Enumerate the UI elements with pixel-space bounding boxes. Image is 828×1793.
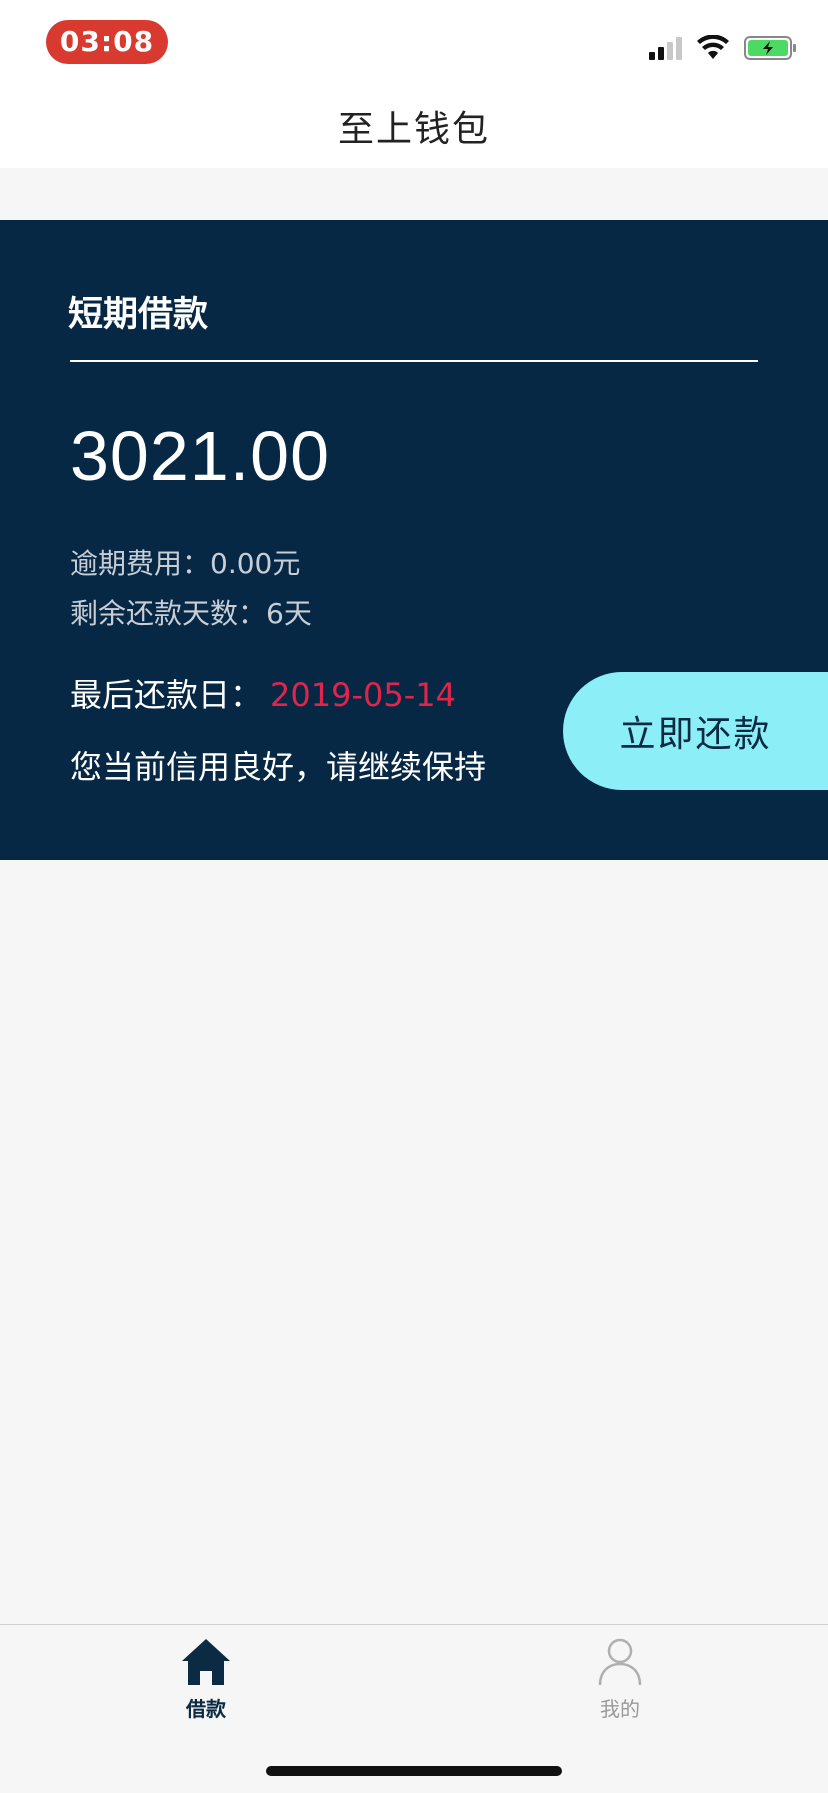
overdue-fee-value: 0.00元 (210, 547, 301, 580)
status-bar: 03:08 (0, 0, 828, 84)
remaining-days-value: 6天 (266, 597, 312, 630)
due-date-row: 最后还款日： 2019-05-14 (70, 670, 456, 716)
loan-amount: 3021.00 (70, 417, 331, 495)
person-icon (598, 1638, 642, 1686)
remaining-days-label: 剩余还款天数： (70, 597, 267, 630)
due-date-label: 最后还款日： (70, 676, 263, 714)
tab-mine[interactable]: 我的 (540, 1637, 700, 1722)
tab-loan-label: 借款 (186, 1697, 226, 1721)
status-icons (649, 34, 798, 62)
home-indicator (266, 1766, 562, 1776)
home-icon (182, 1639, 230, 1685)
credit-message: 您当前信用良好，请继续保持 (70, 748, 487, 786)
status-time: 03:08 (46, 20, 168, 64)
loan-type-heading: 短期借款 (68, 295, 209, 335)
overdue-fee-row: 逾期费用：0.00元 (70, 542, 300, 582)
page-title: 至上钱包 (337, 109, 490, 150)
due-date-value: 2019-05-14 (270, 676, 456, 714)
wifi-icon (697, 35, 729, 59)
tab-mine-label: 我的 (600, 1697, 640, 1721)
nav-bar: 至上钱包 (0, 84, 828, 168)
battery-charging-icon (744, 36, 796, 60)
card-divider (70, 360, 758, 362)
overdue-fee-label: 逾期费用： (70, 547, 211, 580)
remaining-days-row: 剩余还款天数：6天 (70, 592, 312, 632)
loan-card: 短期借款 3021.00 逾期费用：0.00元 剩余还款天数：6天 最后还款日：… (0, 220, 828, 860)
tab-loan[interactable]: 借款 (126, 1637, 286, 1722)
cellular-signal-icon (649, 36, 682, 60)
repay-now-button[interactable]: 立即还款 (563, 672, 828, 790)
